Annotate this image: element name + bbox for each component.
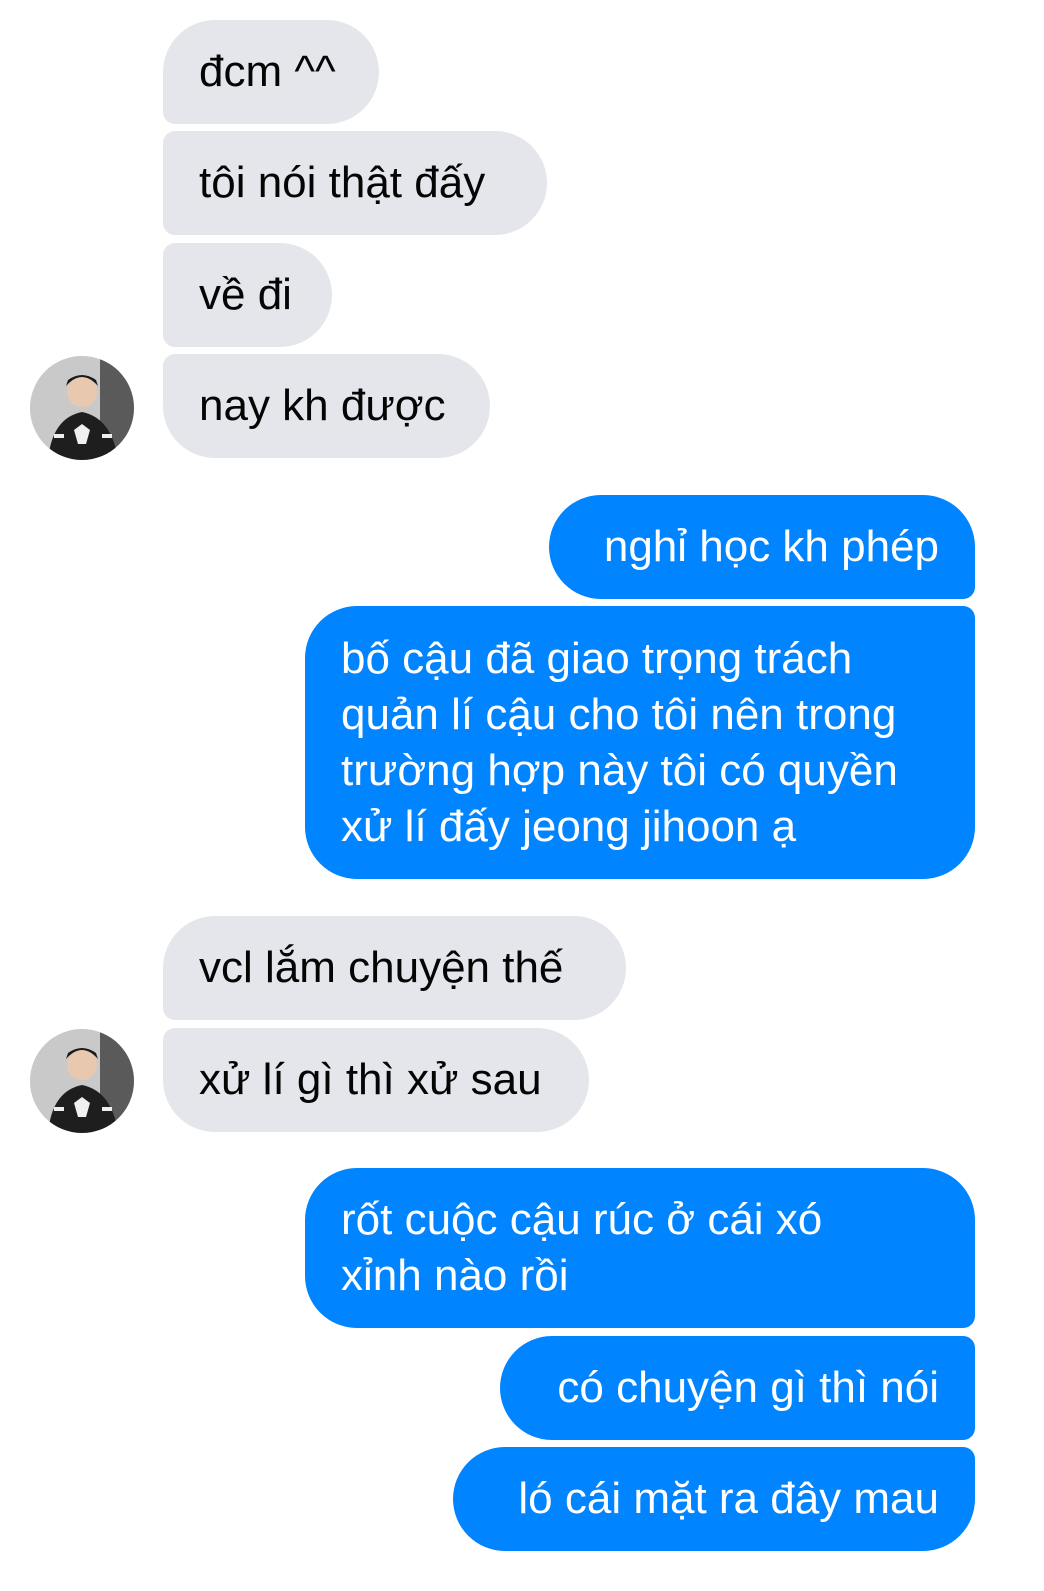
incoming-message[interactable]: nay kh được: [163, 354, 490, 458]
incoming-message[interactable]: đcm ^^: [163, 20, 379, 124]
message-thread: đcm ^^ tôi nói thật đấy về đi nay kh đượ…: [0, 0, 1044, 1591]
avatar-photo-icon: [30, 1029, 134, 1133]
incoming-message[interactable]: tôi nói thật đấy: [163, 131, 547, 235]
incoming-message[interactable]: về đi: [163, 243, 332, 347]
avatar-photo-icon: [30, 356, 134, 460]
incoming-message[interactable]: vcl lắm chuyện thế: [163, 916, 626, 1020]
outgoing-message[interactable]: bố cậu đã giao trọng trách quản lí cậu c…: [305, 606, 975, 879]
message-text: rốt cuộc cậu rúc ở cái xó xỉnh nào rồi: [341, 1192, 822, 1304]
message-line: xỉnh nào rồi: [341, 1251, 569, 1300]
contact-avatar[interactable]: [30, 1029, 134, 1133]
message-line: xử lí đấy jeong jihoon ạ: [341, 801, 797, 851]
message-line: bố cậu đã giao trọng trách: [341, 633, 853, 683]
contact-avatar[interactable]: [30, 356, 134, 460]
message-line: rốt cuộc cậu rúc ở cái xó: [341, 1195, 823, 1244]
outgoing-message[interactable]: có chuyện gì thì nói: [500, 1336, 975, 1440]
outgoing-message[interactable]: rốt cuộc cậu rúc ở cái xó xỉnh nào rồi: [305, 1168, 975, 1328]
message-line: quản lí cậu cho tôi nên trong: [341, 689, 897, 739]
outgoing-message[interactable]: ló cái mặt ra đây mau: [453, 1447, 975, 1551]
message-text: bố cậu đã giao trọng trách quản lí cậu c…: [341, 631, 898, 855]
incoming-message[interactable]: xử lí gì thì xử sau: [163, 1028, 589, 1132]
outgoing-message[interactable]: nghỉ học kh phép: [549, 495, 975, 599]
message-line: trường hợp này tôi có quyền: [341, 745, 898, 795]
